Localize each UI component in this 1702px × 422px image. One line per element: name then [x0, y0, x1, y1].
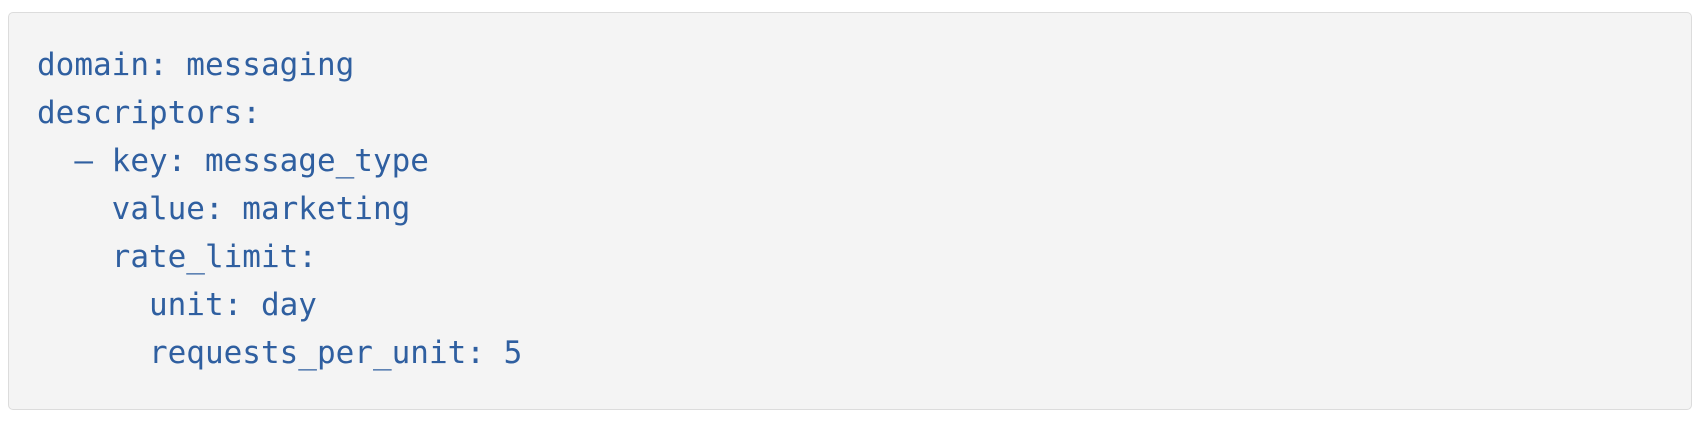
code-line-5: rate_limit: [37, 233, 522, 281]
code-line-1: domain: messaging [37, 41, 522, 89]
code-line-6: unit: day [37, 281, 522, 329]
code-line-3: – key: message_type [37, 137, 522, 185]
code-line-text: domain: messaging [37, 47, 355, 83]
code-line-text: value: marketing [111, 191, 411, 227]
yaml-code: domain: messaging descriptors: – key: me… [37, 41, 522, 377]
code-line-text: requests_per_unit: 5 [148, 335, 523, 371]
code-line-7: requests_per_unit: 5 [37, 329, 522, 377]
code-line-4: value: marketing [37, 185, 522, 233]
code-line-text: – key: message_type [74, 143, 429, 179]
code-block: domain: messaging descriptors: – key: me… [8, 12, 1692, 410]
code-line-text: descriptors: [37, 95, 261, 131]
code-line-text: unit: day [148, 287, 317, 323]
code-line-text: rate_limit: [111, 239, 317, 275]
code-line-2: descriptors: [37, 89, 522, 137]
